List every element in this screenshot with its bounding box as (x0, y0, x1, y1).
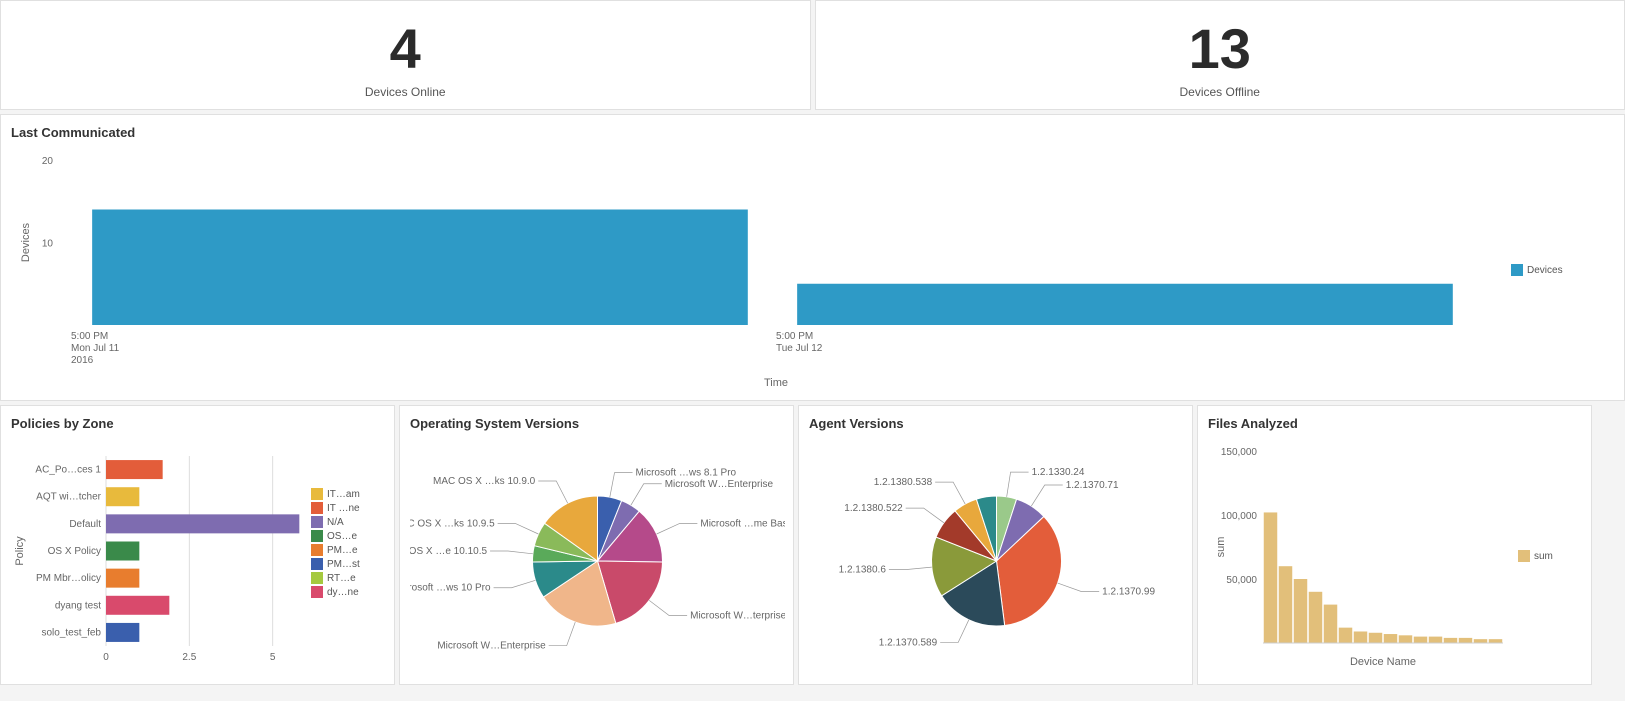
legend-item: OS…e (311, 530, 360, 542)
legend-swatch (311, 488, 323, 500)
legend-item: RT…e (311, 572, 360, 584)
devices-online-label: Devices Online (365, 85, 446, 99)
svg-text:Microsoft W…terprise N: Microsoft W…terprise N (690, 611, 785, 622)
legend-item: IT…am (311, 488, 360, 500)
svg-text:MAC OS X …ks 10.9.5: MAC OS X …ks 10.9.5 (410, 519, 495, 530)
svg-text:Devices: Devices (20, 222, 32, 262)
svg-text:1.2.1380.522: 1.2.1380.522 (844, 503, 903, 514)
os-versions-card: Operating System Versions Microsoft …ws … (399, 405, 794, 685)
svg-text:MAC OS X …ks 10.9.0: MAC OS X …ks 10.9.0 (433, 476, 536, 487)
files-analyzed-card: Files Analyzed 50,000 100,000 150,000 sum De… (1197, 405, 1592, 685)
svg-text:1.2.1380.538: 1.2.1380.538 (874, 477, 933, 488)
svg-text:0: 0 (103, 652, 109, 663)
svg-text:50,000: 50,000 (1226, 575, 1257, 586)
svg-text:150,000: 150,000 (1221, 447, 1258, 458)
svg-text:2016: 2016 (71, 355, 94, 366)
legend-label: OS…e (327, 531, 357, 542)
svg-text:1.2.1370.71: 1.2.1370.71 (1066, 480, 1119, 491)
svg-text:AC_Po…ces 1: AC_Po…ces 1 (35, 465, 101, 476)
agent-versions-card: Agent Versions 1.2.1330.241.2.1370.711.2… (798, 405, 1193, 685)
svg-text:100,000: 100,000 (1221, 511, 1258, 522)
files-chart[interactable]: 50,000 100,000 150,000 sum Device Name (1208, 441, 1508, 671)
legend-label: IT …ne (327, 503, 360, 514)
svg-text:20: 20 (42, 156, 54, 167)
legend-swatch (311, 544, 323, 556)
agent-pie-chart[interactable]: 1.2.1330.24 1.2.1370.71 1.2.1370.99 1.2.137… (809, 441, 1184, 671)
legend-item: N/A (311, 516, 360, 528)
svg-text:Microsoft W…Enterprise: Microsoft W…Enterprise (437, 641, 546, 652)
legend-label: Devices (1527, 265, 1563, 276)
legend-label: sum (1534, 551, 1553, 562)
policies-legend: IT…am IT …ne N/A OS…e PM…e PM…st RT…e dy…ne (311, 486, 360, 671)
svg-text:Default: Default (69, 519, 101, 530)
chart-title: Policies by Zone (11, 416, 384, 431)
devices-online-value: 4 (390, 21, 421, 77)
svg-text:5:00 PM: 5:00 PM (71, 331, 108, 342)
legend-item: PM…st (311, 558, 360, 570)
legend-item: PM…e (311, 544, 360, 556)
legend-swatch (311, 586, 323, 598)
legend-swatch (311, 502, 323, 514)
legend-label: PM…st (327, 559, 360, 570)
os-pie-chart[interactable]: Microsoft …ws 8.1 ProMicrosoft W…Enterpr… (410, 441, 785, 671)
legend-swatch (311, 558, 323, 570)
legend-item: Devices (1511, 264, 1563, 276)
legend-label: PM…e (327, 545, 358, 556)
svg-text:Microsoft …me Basic N: Microsoft …me Basic N (700, 519, 785, 530)
last-communicated-chart[interactable]: 1020Devices5:00 PMMon Jul 1120165:00 PMT… (11, 150, 1491, 390)
svg-text:Policy: Policy (14, 536, 26, 566)
svg-text:Microsoft …ws 8.1 Pro: Microsoft …ws 8.1 Pro (636, 468, 737, 479)
svg-text:Microsoft W…Enterprise: Microsoft W…Enterprise (665, 479, 774, 490)
last-communicated-card: Last Communicated 1020Devices5:00 PMMon … (0, 114, 1625, 401)
chart-title: Last Communicated (11, 125, 1614, 140)
svg-text:1.2.1370.589: 1.2.1370.589 (879, 637, 938, 648)
svg-text:Microsoft …ws 10 Pro: Microsoft …ws 10 Pro (410, 583, 491, 594)
svg-text:MAC OS X …e 10.10.5: MAC OS X …e 10.10.5 (410, 546, 487, 557)
chart-title: Agent Versions (809, 416, 1182, 431)
svg-text:1.2.1370.99: 1.2.1370.99 (1102, 586, 1155, 597)
svg-text:5:00 PM: 5:00 PM (776, 331, 813, 342)
devices-offline-card: 13 Devices Offline (815, 0, 1625, 110)
svg-text:AQT wi…tcher: AQT wi…tcher (36, 492, 101, 503)
policies-chart[interactable]: 0 2.5 5 AC_Po…ces 1 AQT wi…tcher Default OS X … (11, 441, 311, 671)
svg-text:Time: Time (764, 377, 788, 389)
svg-text:1.2.1380.6: 1.2.1380.6 (839, 564, 887, 575)
svg-text:Device Name: Device Name (1350, 656, 1416, 668)
chart-title: Files Analyzed (1208, 416, 1581, 431)
legend-label: N/A (327, 517, 344, 528)
legend-label: IT…am (327, 489, 360, 500)
legend-item: IT …ne (311, 502, 360, 514)
legend-swatch (311, 516, 323, 528)
legend-item: sum (1518, 550, 1553, 562)
svg-text:10: 10 (42, 239, 54, 250)
legend-label: dy…ne (327, 587, 359, 598)
devices-online-card: 4 Devices Online (0, 0, 811, 110)
svg-text:2.5: 2.5 (182, 652, 196, 663)
svg-text:PM Mbr…olicy: PM Mbr…olicy (36, 573, 101, 584)
svg-text:OS X Policy: OS X Policy (48, 546, 101, 557)
svg-text:5: 5 (270, 652, 276, 663)
legend-swatch (311, 572, 323, 584)
devices-offline-label: Devices Offline (1180, 85, 1260, 99)
svg-text:solo_test_feb: solo_test_feb (42, 627, 102, 638)
svg-text:Mon Jul 11: Mon Jul 11 (71, 343, 120, 354)
legend-item: dy…ne (311, 586, 360, 598)
policies-by-zone-card: Policies by Zone 0 2.5 5 AC_Po…ces 1 AQT wi…… (0, 405, 395, 685)
legend-swatch (311, 530, 323, 542)
devices-offline-value: 13 (1189, 21, 1251, 77)
legend-swatch (1518, 550, 1530, 562)
legend-swatch (1511, 264, 1523, 276)
svg-text:Tue Jul 12: Tue Jul 12 (776, 343, 823, 354)
svg-text:dyang test: dyang test (55, 600, 101, 611)
svg-text:sum: sum (1215, 537, 1227, 558)
legend-label: RT…e (327, 573, 356, 584)
chart-title: Operating System Versions (410, 416, 783, 431)
svg-text:1.2.1330.24: 1.2.1330.24 (1032, 467, 1085, 478)
